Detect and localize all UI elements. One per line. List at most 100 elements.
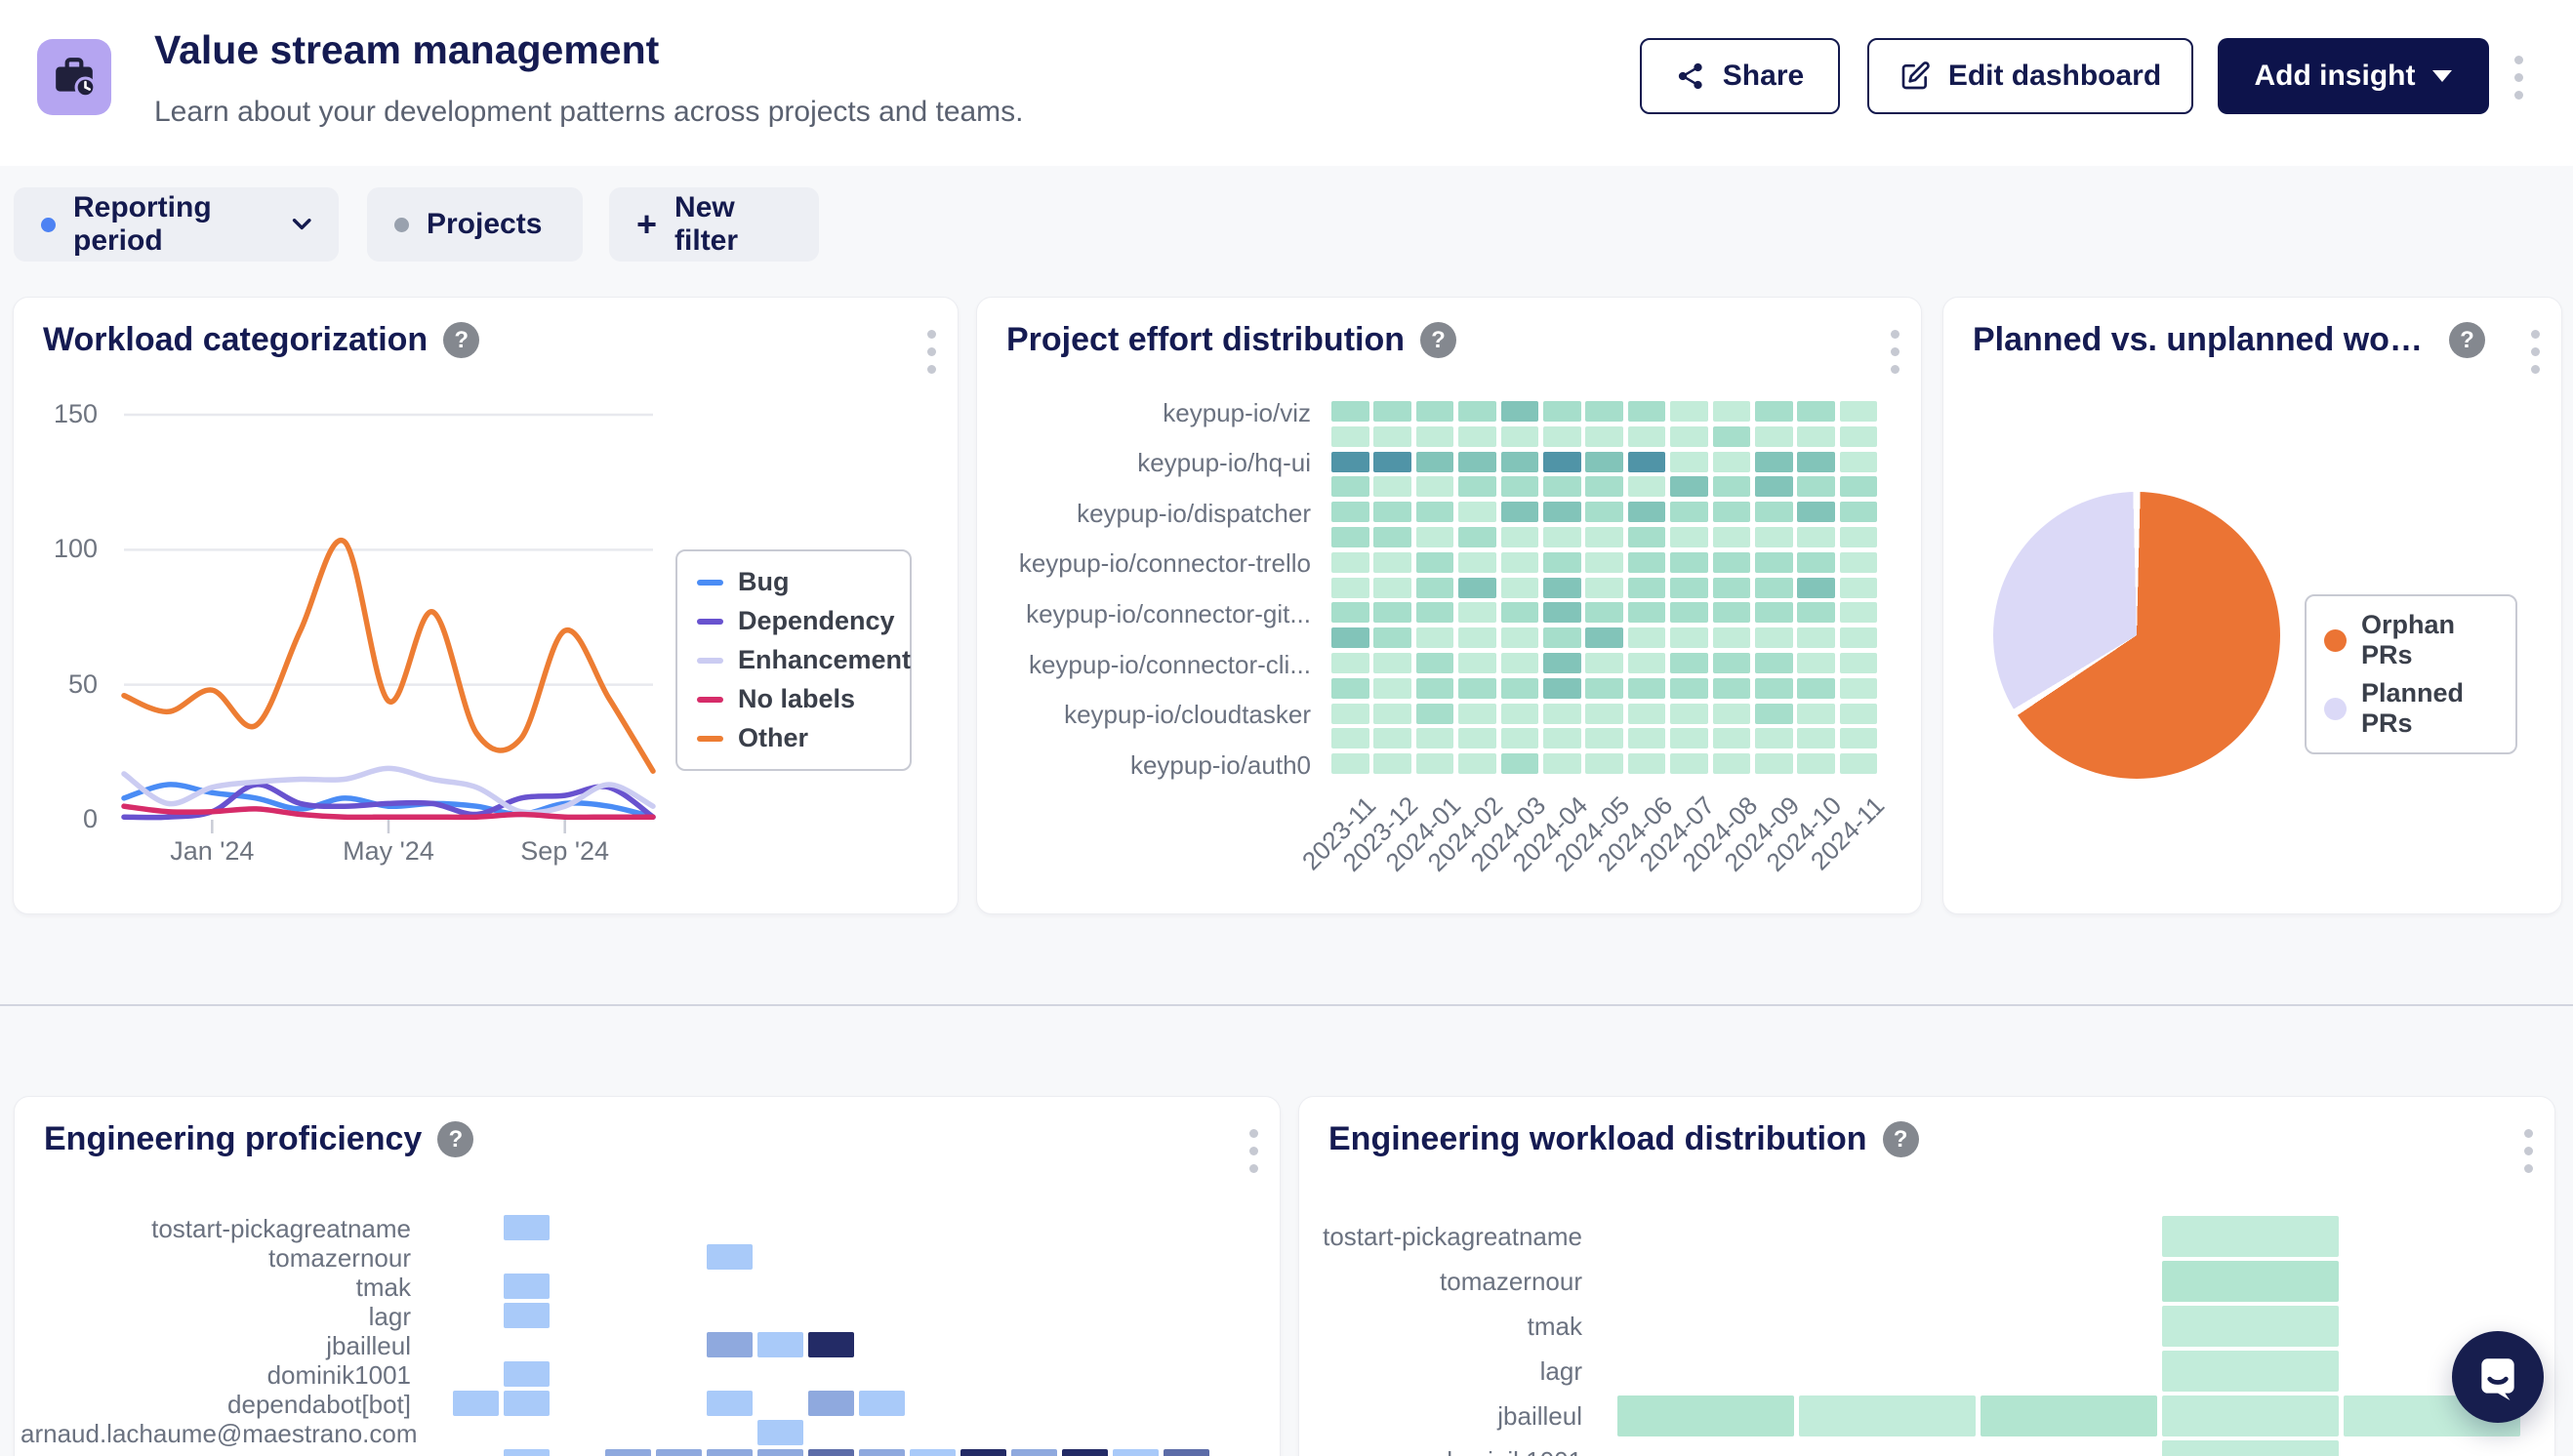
legend-entry[interactable]: Bug [697, 567, 890, 597]
heatmap-cell[interactable] [1543, 476, 1581, 497]
heatmap-cell[interactable] [1543, 753, 1581, 774]
heatmap-cell[interactable] [1373, 527, 1411, 547]
heatmap-cell[interactable] [1585, 678, 1623, 699]
heatmap-cell[interactable] [1458, 653, 1496, 673]
heatmap-cell[interactable] [1713, 678, 1751, 699]
heatmap-cell[interactable] [1373, 602, 1411, 623]
heatmap-cell[interactable] [1501, 578, 1539, 598]
heatmap-cell[interactable] [1331, 401, 1369, 422]
bar-segment[interactable] [2162, 1216, 2339, 1257]
heatmap-cell[interactable] [1755, 527, 1793, 547]
heatmap-cell[interactable] [1628, 728, 1666, 748]
heatmap-cell[interactable] [757, 1449, 803, 1456]
heatmap-cell[interactable] [1585, 426, 1623, 447]
heatmap-cell[interactable] [1458, 401, 1496, 422]
bar-segment[interactable] [1617, 1395, 1794, 1436]
heatmap-cell[interactable] [1373, 426, 1411, 447]
heatmap-cell[interactable] [1840, 704, 1878, 724]
heatmap-cell[interactable] [1331, 753, 1369, 774]
heatmap-cell[interactable] [1628, 401, 1666, 422]
heatmap-cell[interactable] [1501, 552, 1539, 573]
heatmap-cell[interactable] [1501, 476, 1539, 497]
heatmap-cell[interactable] [1585, 728, 1623, 748]
pie-chart[interactable] [1993, 492, 2280, 779]
bar-segment[interactable] [2162, 1306, 2339, 1347]
heatmap-cell[interactable] [1840, 602, 1878, 623]
heatmap-cell[interactable] [1628, 527, 1666, 547]
heatmap-cell[interactable] [1797, 678, 1835, 699]
heatmap-cell[interactable] [1797, 728, 1835, 748]
heatmap-cell[interactable] [1628, 578, 1666, 598]
heatmap-cell[interactable] [1797, 627, 1835, 648]
heatmap-cell[interactable] [1458, 578, 1496, 598]
heatmap-cell[interactable] [1331, 678, 1369, 699]
heatmap-cell[interactable] [1543, 578, 1581, 598]
heatmap-cell[interactable] [1670, 704, 1708, 724]
heatmap-cell[interactable] [1331, 527, 1369, 547]
heatmap-cell[interactable] [1670, 552, 1708, 573]
heatmap-cell[interactable] [1458, 627, 1496, 648]
heatmap-cell[interactable] [1713, 502, 1751, 522]
help-icon[interactable]: ? [437, 1121, 473, 1157]
heatmap-cell[interactable] [1416, 527, 1454, 547]
heatmap-cell[interactable] [1755, 678, 1793, 699]
heatmap-cell[interactable] [1713, 552, 1751, 573]
heatmap-cell[interactable] [1543, 602, 1581, 623]
reporting-period-filter[interactable]: Reporting period [14, 187, 339, 262]
projects-filter[interactable]: Projects [367, 187, 583, 262]
heatmap-cell[interactable] [1543, 552, 1581, 573]
heatmap-cell[interactable] [1585, 602, 1623, 623]
heatmap-cell[interactable] [1331, 426, 1369, 447]
heatmap-cell[interactable] [1755, 653, 1793, 673]
heatmap-cell[interactable] [910, 1449, 956, 1456]
heatmap-cell[interactable] [1501, 527, 1539, 547]
heatmap-cell[interactable] [1840, 678, 1878, 699]
heatmap-cell[interactable] [1585, 476, 1623, 497]
heatmap-cell[interactable] [1713, 476, 1751, 497]
heatmap-cell[interactable] [1331, 502, 1369, 522]
heatmap-cell[interactable] [453, 1391, 499, 1416]
heatmap-cell[interactable] [1458, 476, 1496, 497]
heatmap-cell[interactable] [1331, 728, 1369, 748]
heatmap-cell[interactable] [1501, 502, 1539, 522]
heatmap-cell[interactable] [1755, 602, 1793, 623]
heatmap-cell[interactable] [504, 1449, 550, 1456]
share-button[interactable]: Share [1640, 38, 1840, 114]
heatmap-cell[interactable] [504, 1361, 550, 1387]
heatmap-cell[interactable] [1011, 1449, 1057, 1456]
heatmap-cell[interactable] [504, 1303, 550, 1328]
legend-entry[interactable]: Dependency [697, 606, 890, 636]
heatmap-cell[interactable] [504, 1391, 550, 1416]
heatmap-cell[interactable] [1840, 426, 1878, 447]
heatmap-cell[interactable] [1373, 552, 1411, 573]
heatmap-cell[interactable] [1373, 476, 1411, 497]
heatmap-cell[interactable] [1628, 704, 1666, 724]
heatmap-cell[interactable] [1501, 401, 1539, 422]
heatmap-cell[interactable] [1585, 527, 1623, 547]
heatmap-cell[interactable] [1797, 401, 1835, 422]
heatmap-cell[interactable] [1458, 728, 1496, 748]
heatmap-cell[interactable] [1840, 552, 1878, 573]
heatmap-cell[interactable] [1501, 452, 1539, 472]
heatmap-cell[interactable] [1670, 602, 1708, 623]
heatmap-cell[interactable] [1713, 452, 1751, 472]
heatmap-cell[interactable] [1113, 1449, 1159, 1456]
heatmap-cell[interactable] [1670, 678, 1708, 699]
heatmap-cell[interactable] [1331, 476, 1369, 497]
bar-segment[interactable] [1799, 1395, 1976, 1436]
heatmap-cell[interactable] [1373, 452, 1411, 472]
heatmap-cell[interactable] [1373, 401, 1411, 422]
heatmap-cell[interactable] [1331, 452, 1369, 472]
proficiency-card-kebab[interactable] [1249, 1124, 1258, 1177]
heatmap-cell[interactable] [1713, 578, 1751, 598]
legend-entry[interactable]: Planned PRs [2324, 678, 2498, 739]
heatmap-cell[interactable] [1543, 678, 1581, 699]
heatmap-cell[interactable] [1755, 452, 1793, 472]
heatmap-cell[interactable] [1416, 452, 1454, 472]
bar-segment[interactable] [2162, 1351, 2339, 1392]
heatmap-cell[interactable] [1628, 452, 1666, 472]
heatmap-cell[interactable] [1840, 527, 1878, 547]
heatmap-cell[interactable] [1797, 552, 1835, 573]
heatmap-cell[interactable] [1501, 704, 1539, 724]
heatmap-cell[interactable] [1628, 753, 1666, 774]
